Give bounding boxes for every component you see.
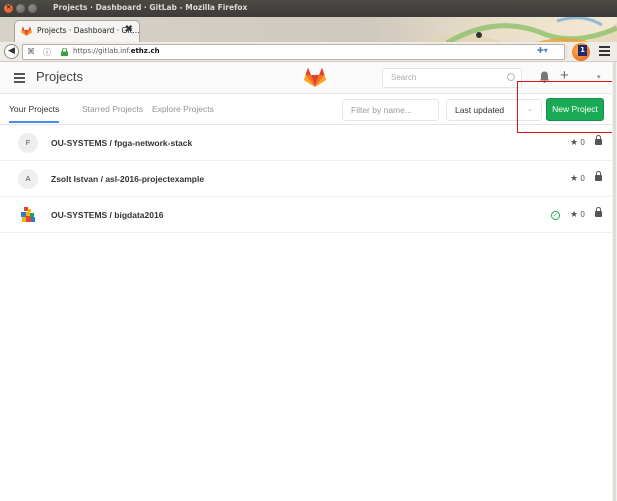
star-icon[interactable]: ★ [570, 173, 578, 183]
gitlab-favicon-icon [21, 26, 32, 36]
url-bar[interactable]: ⌘ ⓘ https://gitlab.inf.ethz.ch ✚▾ ↻ [22, 44, 580, 60]
project-avatar: F [18, 133, 38, 153]
firefox-menu-icon[interactable] [599, 46, 610, 58]
browser-theme-decoration [414, 17, 617, 42]
user-menu-chevron-down-icon[interactable]: ▾ [597, 73, 601, 81]
star-icon[interactable]: ★ [570, 209, 578, 219]
info-icon[interactable]: ⓘ [43, 47, 51, 58]
private-lock-icon [595, 171, 602, 181]
project-row[interactable]: F OU-SYSTEMS / fpga-network-stack ★ 0 [0, 125, 612, 161]
project-name-link[interactable]: OU-SYSTEMS / fpga-network-stack [51, 138, 192, 148]
extension-button[interactable]: 1 [572, 43, 590, 61]
window-minimize-button[interactable] [16, 4, 25, 13]
search-placeholder: Search [391, 73, 417, 82]
project-name-link[interactable]: Zsolt Istvan / asl-2016-projectexample [51, 174, 204, 184]
browser-navbar: ◀ ⌘ ⓘ https://gitlab.inf.ethz.ch ✚▾ ↻ 1 [0, 42, 617, 62]
private-lock-icon [595, 207, 602, 217]
page-scrollbar[interactable] [612, 62, 617, 501]
search-input[interactable]: Search [382, 68, 522, 88]
url-text: https://gitlab.inf.ethz.ch [73, 47, 160, 55]
sort-value: Last updated [455, 105, 505, 115]
project-list: F OU-SYSTEMS / fpga-network-stack ★ 0 A … [0, 125, 612, 233]
project-name-link[interactable]: OU-SYSTEMS / bigdata2016 [51, 210, 163, 220]
new-project-button[interactable]: New Project [546, 98, 604, 121]
pipeline-passed-icon[interactable]: ✓ [550, 211, 560, 220]
project-avatar: A [18, 169, 38, 189]
tab-your-projects[interactable]: Your Projects [9, 104, 60, 123]
lock-icon [61, 48, 68, 56]
projects-tabs-row: Your Projects Starred Projects Explore P… [0, 94, 612, 125]
search-icon [507, 73, 515, 81]
window-maximize-button[interactable] [28, 4, 37, 13]
browser-tab-active[interactable]: Projects · Dashboard · Git... ✖ [14, 20, 140, 42]
star-icon[interactable]: ★ [570, 137, 578, 147]
window-title: Projects · Dashboard · GitLab - Mozilla … [53, 3, 248, 12]
chevron-down-icon: ⌄ [527, 105, 533, 113]
star-count: 0 [580, 210, 585, 219]
window-close-button[interactable]: × [4, 3, 13, 13]
back-arrow-icon: ◀ [8, 46, 15, 56]
sidebar-toggle-icon[interactable] [14, 73, 25, 85]
tab-starred-projects[interactable]: Starred Projects [82, 104, 143, 114]
project-meta: ✓ ★ 0 [550, 207, 602, 220]
project-avatar-image [21, 207, 35, 222]
sort-dropdown[interactable]: Last updated ⌄ [446, 99, 542, 121]
bookmark-add-icon[interactable]: ✚▾ [537, 46, 548, 55]
browser-tab-strip: Projects · Dashboard · Git... ✖ [0, 17, 617, 42]
identity-icon[interactable]: ⌘ [27, 47, 35, 56]
window-titlebar: × Projects · Dashboard · GitLab - Mozill… [0, 0, 617, 17]
project-meta: ★ 0 [570, 171, 602, 184]
private-lock-icon [595, 135, 602, 145]
tab-close-icon[interactable]: ✖ [125, 24, 133, 35]
bell-icon[interactable] [539, 71, 550, 83]
project-meta: ★ 0 [570, 135, 602, 148]
star-count: 0 [580, 138, 585, 147]
filter-placeholder: Filter by name... [351, 105, 412, 115]
gitlab-logo-icon[interactable] [304, 67, 326, 87]
filter-by-name-input[interactable]: Filter by name... [342, 99, 439, 121]
scrollbar-thumb[interactable] [613, 62, 616, 501]
gitlab-header: Projects Search + ▾ [0, 62, 612, 94]
tab-explore-projects[interactable]: Explore Projects [152, 104, 214, 114]
project-row[interactable]: OU-SYSTEMS / bigdata2016 ✓ ★ 0 [0, 197, 612, 233]
star-count: 0 [580, 174, 585, 183]
page-title: Projects [36, 69, 83, 84]
back-button[interactable]: ◀ [4, 44, 19, 59]
project-row[interactable]: A Zsolt Istvan / asl-2016-projectexample… [0, 161, 612, 197]
new-item-plus-icon[interactable]: + [560, 67, 569, 84]
